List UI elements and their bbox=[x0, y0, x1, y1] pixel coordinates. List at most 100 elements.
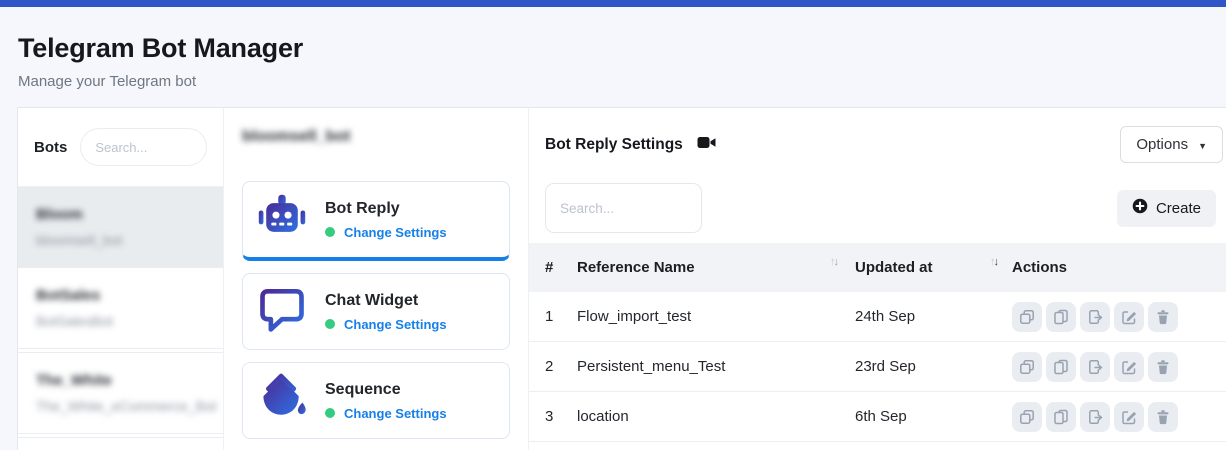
bots-panel-header: Bots bbox=[18, 108, 223, 187]
bot-username: The_White_eCommerce_Bot bbox=[36, 398, 205, 414]
settings-header: Bot Reply Settings Options ▼ bbox=[529, 108, 1226, 163]
create-button[interactable]: Create bbox=[1117, 190, 1216, 227]
settings-title: Bot Reply Settings bbox=[545, 136, 683, 154]
edit-icon bbox=[1121, 309, 1137, 325]
options-label: Options bbox=[1136, 136, 1188, 153]
bot-list-item[interactable]: The_White The_White_eCommerce_Bot bbox=[18, 352, 223, 434]
copy-icon bbox=[1053, 309, 1069, 325]
edit-icon bbox=[1121, 359, 1137, 375]
edit-button[interactable] bbox=[1114, 402, 1144, 432]
change-settings-link[interactable]: Change Settings bbox=[344, 225, 447, 240]
export-button[interactable] bbox=[1080, 352, 1110, 382]
reference-table: # Reference Name ↑↓ Updated at ↑↓ Action… bbox=[529, 243, 1226, 442]
module-card-bot-reply[interactable]: Bot Reply Change Settings bbox=[242, 181, 510, 261]
export-button[interactable] bbox=[1080, 302, 1110, 332]
bots-search-input[interactable] bbox=[80, 128, 207, 166]
trash-icon bbox=[1155, 359, 1171, 375]
module-card-title: Bot Reply bbox=[325, 200, 447, 218]
table-row: 3 location 6th Sep bbox=[529, 392, 1226, 442]
sort-icon[interactable]: ↑↓ bbox=[990, 256, 1012, 268]
row-updated-at: 24th Sep bbox=[855, 308, 990, 325]
page-subtitle: Manage your Telegram bot bbox=[18, 73, 1226, 90]
delete-button[interactable] bbox=[1148, 352, 1178, 382]
module-cards: Bot Reply Change Settings bbox=[242, 181, 510, 450]
module-card-chat-widget[interactable]: Chat Widget Change Settings bbox=[242, 273, 510, 350]
row-actions bbox=[1012, 402, 1226, 432]
modules-panel: bloomsell_bot bbox=[223, 108, 528, 450]
table-row: 1 Flow_import_test 24th Sep bbox=[529, 292, 1226, 342]
duplicate-icon bbox=[1019, 409, 1035, 425]
caret-down-icon: ▼ bbox=[1198, 141, 1207, 151]
robot-icon bbox=[256, 191, 308, 248]
row-num: 1 bbox=[545, 308, 577, 325]
status-dot bbox=[325, 227, 335, 237]
settings-panel: Bot Reply Settings Options ▼ bbox=[528, 108, 1226, 450]
plus-circle-icon bbox=[1132, 198, 1148, 218]
table-row: 2 Persistent_menu_Test 23rd Sep bbox=[529, 342, 1226, 392]
bot-list-item[interactable] bbox=[18, 437, 223, 450]
copy-button[interactable] bbox=[1046, 352, 1076, 382]
column-reference-name[interactable]: Reference Name bbox=[577, 259, 830, 276]
module-card-sequence[interactable]: Sequence Change Settings bbox=[242, 362, 510, 439]
top-accent-bar bbox=[0, 0, 1226, 7]
duplicate-button[interactable] bbox=[1012, 302, 1042, 332]
delete-button[interactable] bbox=[1148, 302, 1178, 332]
row-reference-name: location bbox=[577, 408, 830, 425]
edit-icon bbox=[1121, 409, 1137, 425]
export-button[interactable] bbox=[1080, 402, 1110, 432]
duplicate-button[interactable] bbox=[1012, 352, 1042, 382]
copy-button[interactable] bbox=[1046, 302, 1076, 332]
options-button[interactable]: Options ▼ bbox=[1120, 126, 1223, 163]
page-title: Telegram Bot Manager bbox=[18, 33, 1226, 64]
row-actions bbox=[1012, 302, 1226, 332]
main-panel: Bots Bloom bloomsell_bot BotSales BotSal… bbox=[17, 107, 1226, 450]
copy-button[interactable] bbox=[1046, 402, 1076, 432]
settings-search-input[interactable] bbox=[545, 183, 702, 233]
video-camera-icon bbox=[697, 134, 716, 156]
bot-username: bloomsell_bot bbox=[36, 232, 205, 248]
export-icon bbox=[1087, 359, 1103, 375]
duplicate-icon bbox=[1019, 359, 1035, 375]
bot-name: The_White bbox=[36, 372, 205, 389]
trash-icon bbox=[1155, 309, 1171, 325]
row-updated-at: 23rd Sep bbox=[855, 358, 990, 375]
table-header: # Reference Name ↑↓ Updated at ↑↓ Action… bbox=[529, 243, 1226, 292]
export-icon bbox=[1087, 409, 1103, 425]
copy-icon bbox=[1053, 359, 1069, 375]
trash-icon bbox=[1155, 409, 1171, 425]
row-reference-name: Persistent_menu_Test bbox=[577, 358, 830, 375]
bot-list-item[interactable]: Bloom bloomsell_bot bbox=[18, 187, 223, 268]
change-settings-link[interactable]: Change Settings bbox=[344, 317, 447, 332]
column-num: # bbox=[545, 259, 577, 276]
row-num: 3 bbox=[545, 408, 577, 425]
change-settings-link[interactable]: Change Settings bbox=[344, 406, 447, 421]
module-card-title: Sequence bbox=[325, 381, 447, 399]
row-updated-at: 6th Sep bbox=[855, 408, 990, 425]
row-actions bbox=[1012, 352, 1226, 382]
sort-icon[interactable]: ↑↓ bbox=[830, 256, 855, 268]
bots-heading: Bots bbox=[34, 139, 67, 156]
create-label: Create bbox=[1156, 200, 1201, 217]
page-header: Telegram Bot Manager Manage your Telegra… bbox=[0, 7, 1226, 90]
bot-username: BotSalesBot bbox=[36, 313, 205, 329]
status-dot bbox=[325, 408, 335, 418]
status-dot bbox=[325, 319, 335, 329]
row-reference-name: Flow_import_test bbox=[577, 308, 830, 325]
edit-button[interactable] bbox=[1114, 302, 1144, 332]
selected-bot-name: bloomsell_bot bbox=[242, 128, 510, 146]
bot-list-item[interactable]: BotSales BotSalesBot bbox=[18, 268, 223, 349]
delete-button[interactable] bbox=[1148, 402, 1178, 432]
row-num: 2 bbox=[545, 358, 577, 375]
duplicate-button[interactable] bbox=[1012, 402, 1042, 432]
bot-name: Bloom bbox=[36, 206, 205, 223]
copy-icon bbox=[1053, 409, 1069, 425]
column-updated-at[interactable]: Updated at bbox=[855, 259, 990, 276]
bot-name: BotSales bbox=[36, 287, 205, 304]
chat-bubble-icon bbox=[256, 283, 308, 340]
duplicate-icon bbox=[1019, 309, 1035, 325]
paint-bucket-icon bbox=[256, 372, 308, 429]
app-window: Telegram Bot Manager Manage your Telegra… bbox=[0, 0, 1226, 450]
bots-panel: Bots Bloom bloomsell_bot BotSales BotSal… bbox=[18, 108, 223, 450]
edit-button[interactable] bbox=[1114, 352, 1144, 382]
module-card-title: Chat Widget bbox=[325, 292, 447, 310]
